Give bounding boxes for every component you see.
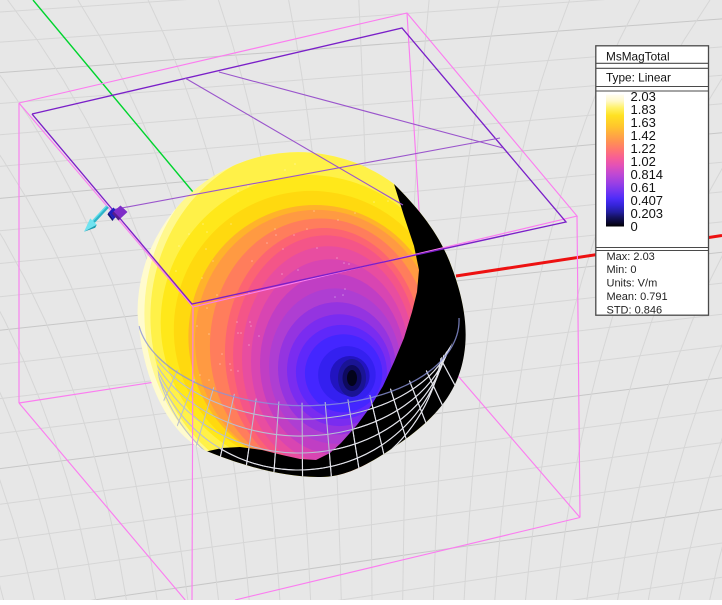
svg-text:STD: 0.846: STD: 0.846	[607, 304, 663, 316]
svg-text:Max: 2.03: Max: 2.03	[607, 251, 655, 263]
svg-text:Min: 0: Min: 0	[607, 264, 637, 276]
svg-text:Mean: 0.791: Mean: 0.791	[607, 291, 668, 303]
svg-text:Units: V/m: Units: V/m	[607, 278, 658, 290]
svg-text:Type: Linear: Type: Linear	[606, 71, 671, 85]
svg-text:0: 0	[631, 219, 638, 234]
svg-text:MsMagTotal: MsMagTotal	[606, 50, 670, 64]
